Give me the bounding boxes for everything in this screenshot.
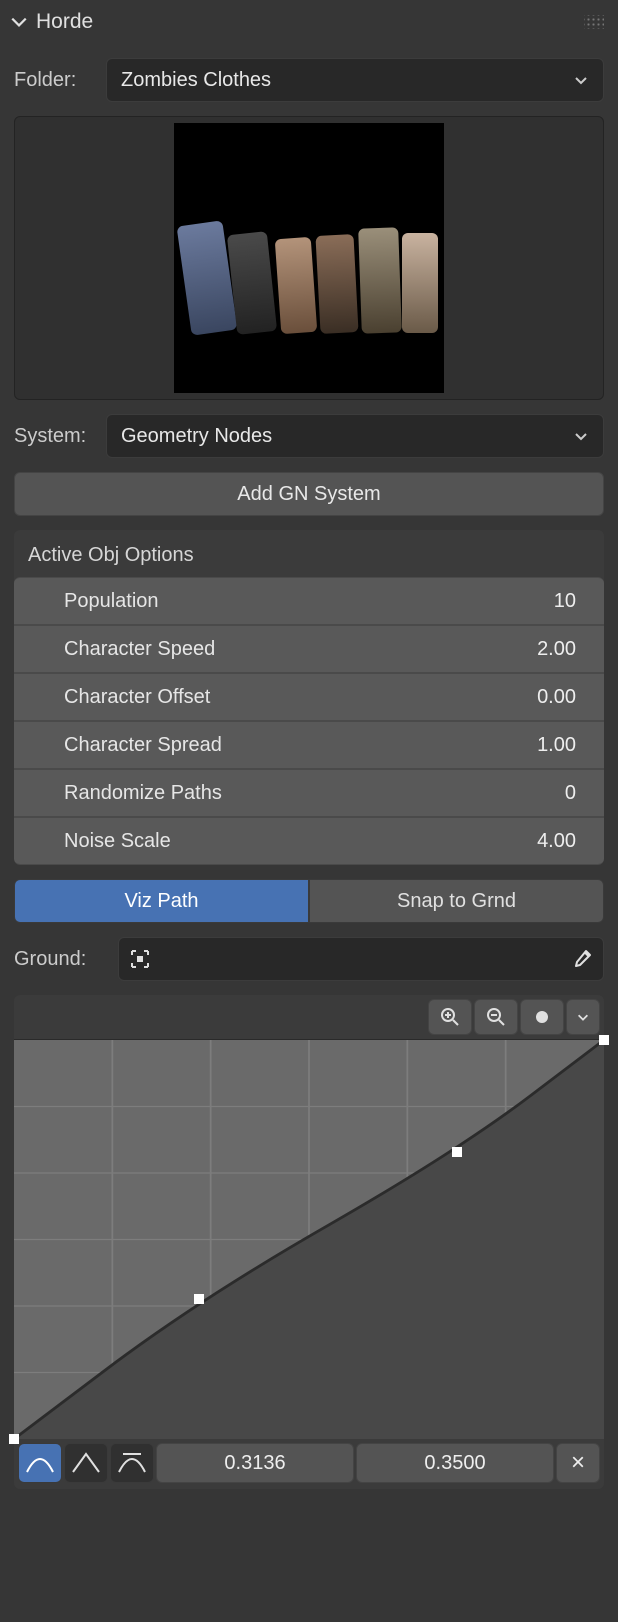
delete-point-button[interactable]: × [556,1443,600,1483]
chevron-down-icon [573,72,589,88]
property-label: Population [64,590,159,613]
property-row[interactable]: Character Speed 2.00 [14,625,604,673]
property-row[interactable]: Character Offset 0.00 [14,673,604,721]
curve-y-value: 0.3500 [424,1452,485,1475]
property-label: Character Spread [64,734,222,757]
preview-image [174,123,444,393]
viz-path-toggle[interactable]: Viz Path [14,879,309,923]
handle-vector-button[interactable] [64,1443,108,1483]
curve-x-input[interactable]: 0.3136 [156,1443,354,1483]
curve-control-point[interactable] [452,1147,462,1157]
property-row[interactable]: Noise Scale 4.00 [14,817,604,865]
chevron-down-icon [573,428,589,444]
delete-label: × [571,1449,585,1477]
ground-label: Ground: [14,948,104,971]
property-row[interactable]: Character Spread 1.00 [14,721,604,769]
system-label: System: [14,425,94,448]
handle-auto-button[interactable] [18,1443,62,1483]
folder-label: Folder: [14,69,94,92]
snap-label: Snap to Grnd [397,890,516,913]
folder-row: Folder: Zombies Clothes [14,58,604,102]
curve-x-value: 0.3136 [224,1452,285,1475]
curve-editor: 0.3136 0.3500 × [14,995,604,1489]
property-value: 0 [565,782,576,805]
property-value: 10 [554,590,576,613]
curve-control-point[interactable] [599,1035,609,1045]
curve-graph[interactable] [14,1039,604,1439]
property-value: 0.00 [537,686,576,709]
property-value: 2.00 [537,638,576,661]
property-label: Character Speed [64,638,215,661]
system-row: System: Geometry Nodes [14,414,604,458]
active-options-section: Active Obj Options Population 10 Character… [14,530,604,865]
ground-row: Ground: [14,937,604,981]
curve-toolbar [14,995,604,1039]
system-value: Geometry Nodes [121,425,272,448]
folder-dropdown[interactable]: Zombies Clothes [106,58,604,102]
eyedropper-icon[interactable] [571,948,593,970]
object-icon [129,948,151,970]
property-row[interactable]: Randomize Paths 0 [14,769,604,817]
snap-to-ground-toggle[interactable]: Snap to Grnd [309,879,604,923]
collapse-icon [10,13,28,31]
curve-y-input[interactable]: 0.3500 [356,1443,554,1483]
handle-auto-clamped-button[interactable] [110,1443,154,1483]
curve-footer: 0.3136 0.3500 × [14,1439,604,1487]
property-label: Randomize Paths [64,782,222,805]
preview-thumbnail[interactable] [14,116,604,400]
horde-panel: Horde Folder: Zombies Clothes [0,0,618,1503]
curve-control-point[interactable] [9,1434,19,1444]
zoom-out-button[interactable] [474,999,518,1035]
folder-value: Zombies Clothes [121,69,271,92]
clip-button[interactable] [520,999,564,1035]
add-button-label: Add GN System [237,483,380,506]
active-options-title: Active Obj Options [14,530,604,577]
ground-object-field[interactable] [118,937,604,981]
panel-title: Horde [36,10,93,34]
add-gn-system-button[interactable]: Add GN System [14,472,604,516]
property-row[interactable]: Population 10 [14,577,604,625]
zoom-in-button[interactable] [428,999,472,1035]
toggle-row: Viz Path Snap to Grnd [14,879,604,923]
property-value: 4.00 [537,830,576,853]
property-value: 1.00 [537,734,576,757]
drag-handle-icon[interactable] [584,15,604,29]
panel-header[interactable]: Horde [0,0,618,44]
curve-control-point[interactable] [194,1294,204,1304]
viz-path-label: Viz Path [124,890,198,913]
system-dropdown[interactable]: Geometry Nodes [106,414,604,458]
property-label: Character Offset [64,686,210,709]
curve-menu-button[interactable] [566,999,600,1035]
property-label: Noise Scale [64,830,171,853]
